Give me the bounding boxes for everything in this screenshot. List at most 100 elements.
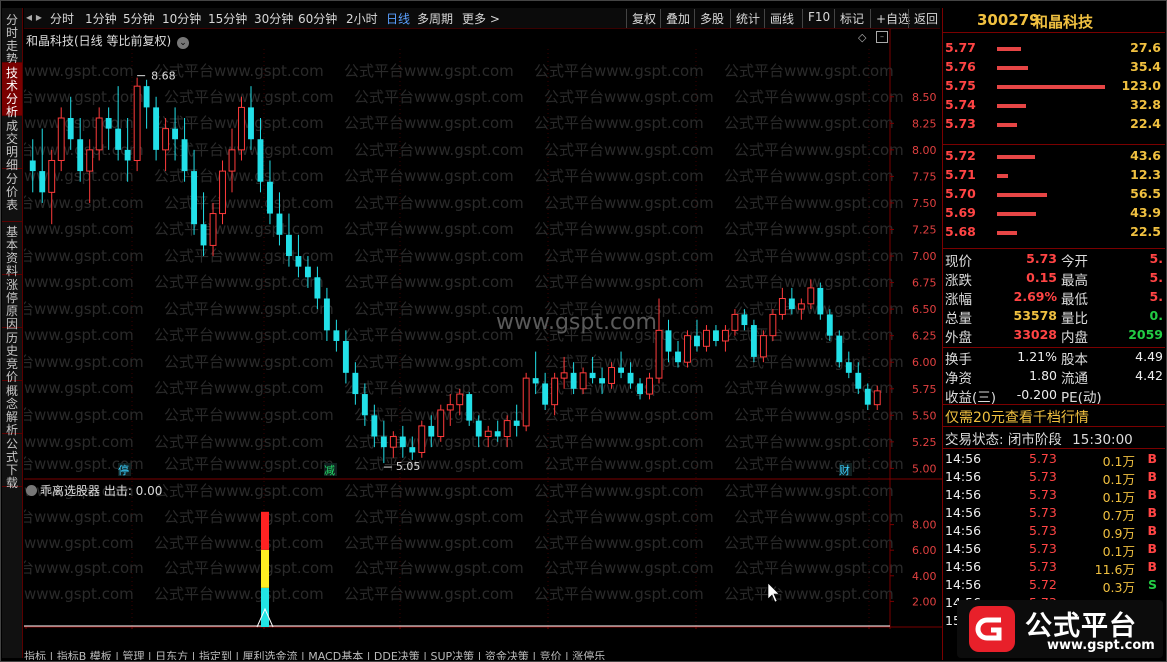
watermark-text: 公式平台www.gspt.com: [344, 585, 514, 603]
period-1[interactable]: 1分钟: [85, 10, 117, 27]
fundamental-row: 换手 1.21% 股本 4.49: [943, 348, 1165, 368]
quote-label: 最高: [1061, 273, 1088, 289]
candle-body: [778, 298, 786, 315]
tick-time: 14:56: [945, 577, 982, 592]
bids-row[interactable]: 5.71 12.3: [943, 167, 1165, 185]
price-axis-label: 5.50: [912, 409, 937, 422]
watermark-text: 公式平台www.gspt.com: [544, 141, 714, 159]
asks-row[interactable]: 5.74 32.8: [943, 97, 1165, 115]
candle: [437, 404, 445, 442]
tick-volume: 0.9万: [1102, 526, 1135, 541]
order-volume-bar: [997, 174, 1008, 178]
left-tab-2[interactable]: 成交明细: [2, 116, 22, 172]
promo-link[interactable]: 仅需20元查看千档行情: [945, 407, 1089, 427]
watermark-text: 公式平台www.gspt.com: [24, 88, 144, 106]
price-axis-label: 8.25: [912, 117, 937, 130]
order-volume-bar: [997, 104, 1026, 108]
tick-row: 14:56 5.73 11.6万 B: [943, 559, 1165, 577]
period-9[interactable]: 多周期: [417, 10, 453, 27]
bids-row[interactable]: 5.72 43.6: [943, 148, 1165, 166]
tick-price: 5.73: [1029, 451, 1057, 466]
watermark-text: 公式平台www.gspt.com: [24, 326, 134, 344]
candle-body: [684, 335, 691, 363]
watermark-text: 公式平台www.gspt.com: [24, 273, 134, 291]
asks-row[interactable]: 5.75 123.0: [943, 78, 1165, 96]
watermark-text: 公式平台www.gspt.com: [154, 379, 324, 397]
price-chart[interactable]: 公式平台www.gspt.com 公式平台www.gspt.com 公式平台www.…: [24, 29, 942, 629]
asks-row[interactable]: 5.73 22.4: [943, 116, 1165, 134]
left-tab-0[interactable]: 分时走势: [2, 10, 22, 66]
watermark-text: 公式平台www.gspt.com: [724, 220, 894, 238]
candle: [48, 149, 56, 225]
candle-body: [428, 425, 435, 437]
watermark-text: 公式平台www.gspt.com: [534, 379, 704, 397]
toolbar-action-1[interactable]: 叠加: [660, 9, 695, 28]
watermark-text: 公式平台www.gspt.com: [24, 406, 144, 424]
candle-body: [209, 213, 217, 246]
toolbar-action-8[interactable]: 返回: [908, 9, 943, 28]
indicator-menu-icon[interactable]: [26, 485, 37, 496]
period-7[interactable]: 2小时: [346, 10, 378, 27]
period-8[interactable]: 日线: [386, 10, 410, 27]
indicator-axis-label: 2.00: [912, 595, 937, 608]
asks-row[interactable]: 5.77 27.6: [943, 40, 1165, 58]
quote-row: 现价 5.73 今开 5.: [943, 250, 1165, 270]
watermark-text: 公式平台www.gspt.com: [544, 88, 714, 106]
candle-body: [466, 394, 473, 421]
watermark-text: 公式平台www.gspt.com: [734, 247, 904, 265]
period-4[interactable]: 15分钟: [208, 10, 247, 27]
candle-body: [759, 335, 767, 358]
nav-icons[interactable]: ◂ ▸: [26, 10, 42, 24]
tick-price: 5.72: [1029, 577, 1057, 592]
candle-body: [86, 149, 94, 172]
bids-row[interactable]: 5.70 56.5: [943, 186, 1165, 204]
toolbar-action-4[interactable]: 画线: [764, 9, 799, 28]
candle-body: [873, 390, 881, 406]
period-10[interactable]: 更多 >: [462, 10, 500, 27]
toolbar-action-0[interactable]: 复权: [626, 9, 661, 28]
candle-body: [248, 107, 254, 140]
tick-time: 14:56: [945, 505, 982, 520]
bottom-tab-bar: 指标 | 指标B 模板 | 管理 | 日东方 | 指定到 | 厘利选金流 | M…: [24, 630, 940, 660]
candle-body: [389, 436, 397, 448]
tick-row: 14:56 5.73 0.9万 B: [943, 523, 1165, 541]
tick-side: B: [1147, 541, 1157, 556]
watermark-text: 公式平台www.gspt.com: [724, 326, 894, 344]
left-tab-1[interactable]: 技术分析: [2, 63, 22, 119]
period-0[interactable]: 分时: [50, 10, 74, 27]
toolbar-action-5[interactable]: F10: [802, 9, 835, 28]
period-3[interactable]: 10分钟: [162, 10, 201, 27]
asks-row[interactable]: 5.76 35.4: [943, 59, 1165, 77]
watermark-text: 公式平台www.gspt.com: [724, 585, 894, 603]
candle-body: [665, 330, 672, 352]
indicator-bar-segment: [261, 549, 269, 588]
period-2[interactable]: 5分钟: [123, 10, 155, 27]
toolbar-action-3[interactable]: 统计: [730, 9, 765, 28]
candle-body: [570, 372, 577, 389]
period-6[interactable]: 60分钟: [298, 10, 337, 27]
candle-body: [741, 314, 748, 326]
candle-body: [172, 128, 179, 140]
watermark-text: 公式平台www.gspt.com: [164, 455, 334, 473]
toolbar-action-2[interactable]: 多股: [694, 9, 729, 28]
watermark-text: 公式平台www.gspt.com: [534, 167, 704, 185]
candle-body: [238, 106, 245, 151]
period-5[interactable]: 30分钟: [254, 10, 293, 27]
left-tab-5[interactable]: 涨停原因: [2, 275, 22, 331]
order-volume-bar: [997, 47, 1022, 51]
candle-body: [228, 149, 236, 172]
formula-tabs[interactable]: 指标 | 指标B 模板 | 管理 | 日东方 | 指定到 | 厘利选金流 | M…: [24, 648, 940, 660]
tick-side: B: [1147, 559, 1157, 574]
left-tab-8[interactable]: 公式下载: [2, 434, 22, 490]
bids-row[interactable]: 5.69 43.9: [943, 205, 1165, 223]
left-tab-4[interactable]: 基本资料: [2, 222, 22, 278]
watermark-text: 公式平台www.gspt.com: [164, 406, 334, 424]
quote-row: 涨跌 0.15 最高 5.: [943, 269, 1165, 289]
price-axis-label: 7.75: [912, 170, 937, 183]
toolbar-action-6[interactable]: 标记: [834, 9, 869, 28]
left-tab-7[interactable]: 概念解析: [2, 381, 22, 437]
left-tab-6[interactable]: 历史竞价: [2, 328, 22, 384]
left-tab-3[interactable]: 分价表: [2, 169, 22, 222]
bids-row[interactable]: 5.68 22.5: [943, 224, 1165, 242]
left-tab-label: 技术分析: [5, 66, 18, 119]
